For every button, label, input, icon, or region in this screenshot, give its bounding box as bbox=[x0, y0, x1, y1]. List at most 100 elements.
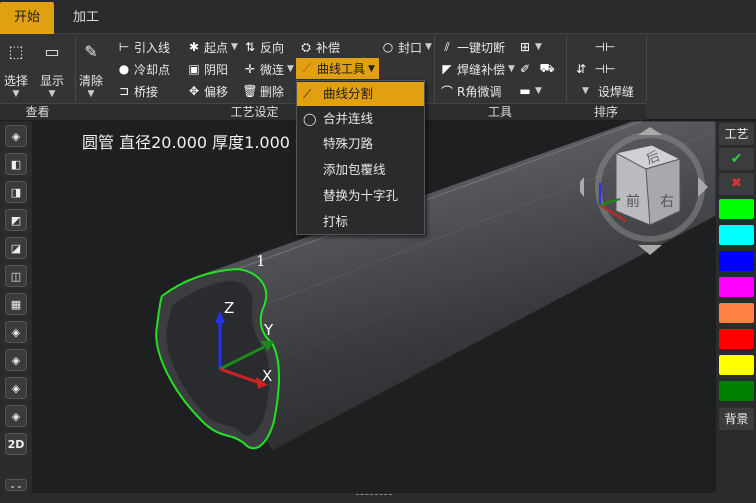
tab-process[interactable]: 加工 bbox=[59, 2, 113, 34]
cube-icon: ▦ bbox=[10, 297, 22, 311]
rotate-down-icon[interactable] bbox=[638, 245, 662, 255]
menu-item-special-toolpath[interactable]: 特殊刀路 bbox=[297, 132, 424, 156]
cube-face-right[interactable]: 右 bbox=[660, 191, 674, 211]
view-right-button[interactable]: ◪ bbox=[5, 237, 27, 259]
delete-button[interactable]: 🗑 删除 bbox=[242, 81, 284, 101]
menu-item-curve-split[interactable]: ⟋ 曲线分割 bbox=[297, 82, 424, 106]
layer-color-panel: 工艺 ✔ ✖ 背景 bbox=[716, 121, 756, 503]
color-swatch[interactable] bbox=[719, 277, 754, 297]
view-iso4-button[interactable]: ◈ bbox=[5, 377, 27, 399]
weld-compensate-button[interactable]: ◤ 焊缝补偿 ▼ bbox=[440, 59, 515, 79]
menu-item-marking[interactable]: 打标 bbox=[297, 210, 424, 234]
color-swatch[interactable] bbox=[719, 355, 754, 375]
sort-right-button[interactable]: ⊣⊢ bbox=[594, 59, 616, 79]
group-label-sort: 排序 bbox=[566, 103, 646, 120]
cube-icon: ◈ bbox=[11, 325, 21, 339]
resize-handle[interactable] bbox=[356, 494, 392, 500]
car-tool-button[interactable]: ⛟ bbox=[539, 59, 555, 79]
view-bottom-button[interactable]: ▦ bbox=[5, 293, 27, 315]
bridge-button[interactable]: ⊐ 桥接 bbox=[117, 81, 158, 101]
status-bar bbox=[32, 493, 716, 503]
group-separator bbox=[75, 36, 76, 102]
rotate-up-icon[interactable] bbox=[638, 127, 662, 135]
monitor-icon: ▭ bbox=[44, 41, 60, 61]
cube-icon: ◈ bbox=[11, 129, 21, 143]
process-label-button[interactable]: 工艺 bbox=[719, 123, 754, 145]
brush-tool-button[interactable]: ✐ bbox=[518, 59, 532, 79]
check-icon[interactable]: ✔ bbox=[719, 148, 754, 170]
cube-icon: ◨ bbox=[10, 185, 22, 199]
weld-icon: ◤ bbox=[442, 62, 452, 76]
cube-icon: ◫ bbox=[10, 269, 22, 283]
cube-icon: ◩ bbox=[10, 213, 22, 227]
sort-icon: ⊣⊢ bbox=[594, 62, 616, 76]
trash-icon: 🗑 bbox=[242, 84, 258, 98]
r-corner-adjust-button[interactable]: ⌒ R角微调 bbox=[440, 81, 501, 101]
one-click-cut-button[interactable]: ⫽ 一键切断 bbox=[440, 37, 505, 57]
yin-yang-button[interactable]: ▣ 阴阳 bbox=[187, 59, 228, 79]
compensate-icon: ⛭ bbox=[301, 39, 311, 54]
axis-label-z: Z bbox=[224, 299, 235, 317]
view-iso2-button[interactable]: ◈ bbox=[5, 321, 27, 343]
clear-button[interactable]: ✎ 清除 ▼ bbox=[79, 40, 103, 100]
r-corner-icon: ⌒ bbox=[440, 84, 453, 99]
offset-icon: ✥ bbox=[188, 84, 200, 98]
select-cursor-icon: ⬚ bbox=[8, 41, 24, 61]
line-tool-button[interactable]: ▬ ▼ bbox=[518, 81, 542, 101]
start-point-button[interactable]: ✱ 起点 ▼ bbox=[187, 37, 238, 57]
micro-joint-icon: ✛ bbox=[244, 62, 256, 76]
cool-point-button[interactable]: ● 冷却点 bbox=[117, 59, 170, 79]
view-left-button[interactable]: ◩ bbox=[5, 209, 27, 231]
color-swatch[interactable] bbox=[719, 199, 754, 219]
menu-item-merge-lines[interactable]: ◯ 合并连线 bbox=[297, 107, 424, 131]
square-icon: ▣ bbox=[188, 62, 200, 76]
reverse-arrows-icon: ⇅ bbox=[244, 40, 256, 54]
brush-icon: ✐ bbox=[519, 62, 531, 76]
bridge-icon: ⊐ bbox=[118, 84, 130, 98]
menu-item-replace-cross-hole[interactable]: 替换为十字孔 bbox=[297, 184, 424, 208]
color-swatch[interactable] bbox=[719, 251, 754, 271]
cube-icon: ◪ bbox=[10, 241, 22, 255]
menu-item-add-wrap-line[interactable]: 添加包覆线 bbox=[297, 158, 424, 182]
view-front-button[interactable]: ◧ bbox=[5, 153, 27, 175]
set-weld-button[interactable]: ▼ 设焊缝 bbox=[582, 81, 634, 101]
cube-icon: ◧ bbox=[10, 157, 22, 171]
background-button[interactable]: 背景 bbox=[719, 408, 754, 430]
group-separator bbox=[434, 36, 435, 102]
color-swatch[interactable] bbox=[719, 225, 754, 245]
seal-button[interactable]: ○ 封口 ▼ bbox=[381, 37, 432, 57]
ribbon-tab-bar: 开始 加工 bbox=[0, 0, 756, 34]
offset-button[interactable]: ✥ 偏移 bbox=[187, 81, 228, 101]
micro-joint-button[interactable]: ✛ 微连 ▼ bbox=[243, 59, 294, 79]
cube-face-front[interactable]: 前 bbox=[626, 191, 640, 211]
droplet-icon: ● bbox=[118, 62, 130, 76]
close-icon[interactable]: ✖ bbox=[719, 173, 754, 195]
toolbar-expand-button[interactable]: ⌄⌄ bbox=[5, 479, 27, 491]
compensate-button[interactable]: ⛭ 补偿 bbox=[299, 37, 340, 57]
grid-icon: ⊞ bbox=[519, 40, 531, 54]
color-swatch[interactable] bbox=[719, 381, 754, 401]
reverse-button[interactable]: ⇅ 反向 bbox=[243, 37, 284, 57]
view-iso3-button[interactable]: ◈ bbox=[5, 349, 27, 371]
view-iso5-button[interactable]: ◈ bbox=[5, 405, 27, 427]
view-2d-button[interactable]: 2D bbox=[5, 433, 27, 455]
view-cube[interactable] bbox=[580, 125, 710, 255]
lead-line-icon: ⊢ bbox=[118, 40, 130, 54]
lead-line-button[interactable]: ⊢ 引入线 bbox=[117, 37, 170, 57]
chevron-down-icon: ⌄⌄ bbox=[9, 480, 23, 490]
color-swatch[interactable] bbox=[719, 303, 754, 323]
sort-top-button[interactable]: ⊣⊢ bbox=[595, 37, 616, 57]
display-button[interactable]: ▭ 显示 ▼ bbox=[40, 40, 64, 100]
chevron-down-icon: ▼ bbox=[12, 89, 20, 99]
view-back-button[interactable]: ◨ bbox=[5, 181, 27, 203]
grid-tool-button[interactable]: ⊞ ▼ bbox=[518, 37, 542, 57]
curve-tools-button[interactable]: ⟋ 曲线工具 ▼ bbox=[296, 58, 379, 79]
sort-left-button[interactable]: ⇵ bbox=[574, 59, 588, 79]
car-icon: ⛟ bbox=[539, 61, 555, 75]
view-top-button[interactable]: ◫ bbox=[5, 265, 27, 287]
tab-start[interactable]: 开始 bbox=[0, 2, 55, 34]
select-button[interactable]: ⬚ 选择 ▼ bbox=[4, 40, 28, 100]
chevron-down-icon: ▼ bbox=[48, 89, 56, 99]
view-iso-button[interactable]: ◈ bbox=[5, 125, 27, 147]
color-swatch[interactable] bbox=[719, 329, 754, 349]
